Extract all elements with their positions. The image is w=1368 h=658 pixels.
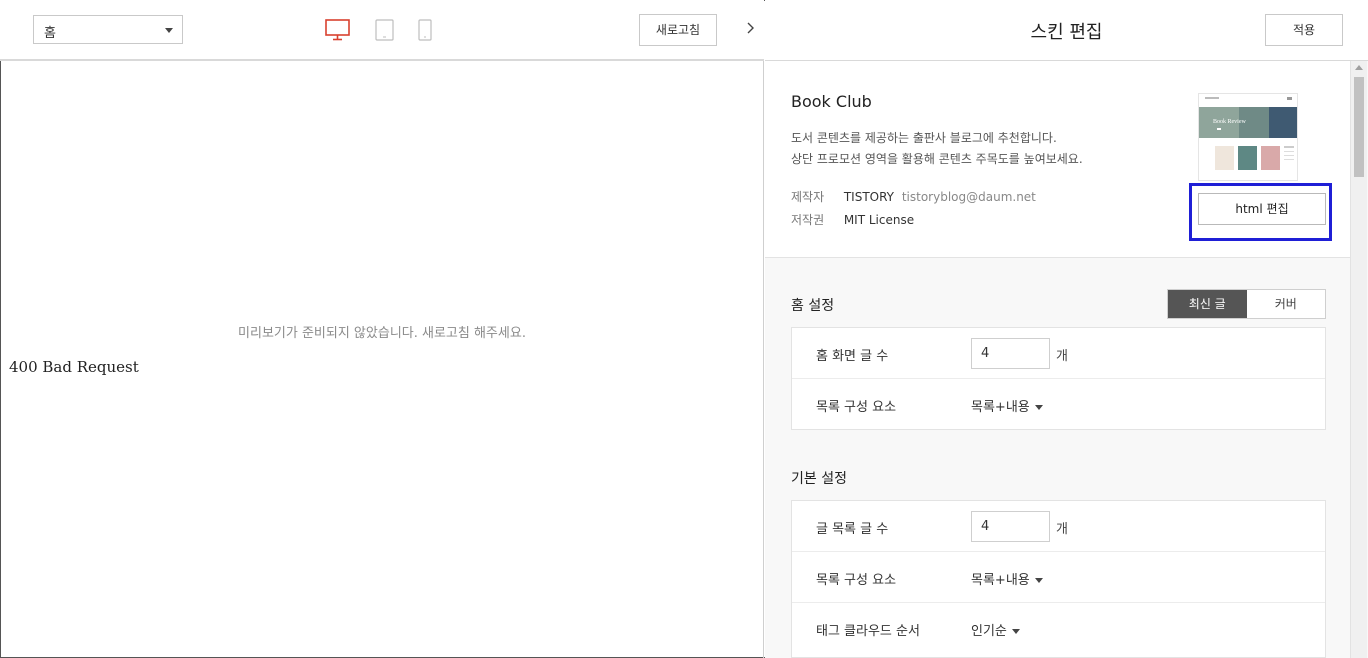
home-list-elements-label: 목록 구성 요소: [816, 400, 897, 415]
home-list-elements-select[interactable]: 목록+내용: [971, 396, 1043, 415]
list-post-count-label: 글 목록 글 수: [816, 522, 889, 537]
home-type-tabs: 최신 글 커버: [1167, 289, 1326, 319]
home-post-count-label: 홈 화면 글 수: [816, 349, 889, 364]
caret-down-icon: [1034, 405, 1043, 410]
preview-pane: 홈 새로고침 미리보기가 준비되지 않았습니다. 새로고침 해주세요. 400 …: [0, 0, 764, 658]
caret-down-icon: [1034, 578, 1043, 583]
tag-cloud-order-row: 태그 클라우드 순서 인기순: [792, 603, 1325, 654]
skin-info-card: Book Club 도서 콘텐츠를 제공하는 출판사 블로그에 추천합니다. 상…: [765, 61, 1350, 258]
author-value: TISTORY: [843, 190, 894, 204]
home-post-count-row: 홈 화면 글 수 4 개: [792, 328, 1325, 379]
home-list-elements-value: 목록+내용: [971, 400, 1030, 415]
tab-cover[interactable]: 커버: [1246, 290, 1325, 318]
scroll-up-arrow-icon[interactable]: [1355, 65, 1363, 70]
skin-description-line: 상단 프로모션 영역을 활용해 콘텐츠 주목도를 높여보세요.: [791, 152, 1083, 166]
basic-settings-panel: 글 목록 글 수 4 개 목록 구성 요소 목록+내용 태그 클라우드 순서 인…: [791, 500, 1326, 658]
tablet-icon[interactable]: [375, 19, 394, 45]
mobile-icon[interactable]: [418, 19, 432, 45]
author-row: 제작자 TISTORY tistoryblog@daum.net: [791, 188, 1036, 205]
home-settings-title: 홈 설정: [791, 298, 835, 314]
skin-name: Book Club: [791, 92, 872, 111]
page-select[interactable]: 홈: [33, 15, 183, 44]
skin-description-line: 도서 콘텐츠를 제공하는 출판사 블로그에 추천합니다.: [791, 131, 1057, 145]
tag-cloud-order-label: 태그 클라우드 순서: [816, 624, 920, 639]
license-row: 저작권 MIT License: [791, 211, 914, 228]
apply-button[interactable]: 적용: [1265, 14, 1343, 46]
error-text: 400 Bad Request: [9, 358, 139, 376]
skin-edit-pane: 스킨 편집 적용 Book Club 도서 콘텐츠를 제공하는 출판사 블로그에…: [765, 0, 1368, 658]
list-post-count-unit: 개: [1056, 522, 1068, 537]
thumbnail-banner-text: Book Review: [1213, 119, 1246, 125]
author-email: tistoryblog@daum.net: [901, 190, 1036, 204]
author-label: 제작자: [791, 190, 825, 204]
basic-settings-title: 기본 설정: [791, 471, 847, 487]
page-select-value: 홈: [44, 26, 56, 41]
refresh-button[interactable]: 새로고침: [639, 14, 717, 46]
home-settings-panel: 홈 화면 글 수 4 개 목록 구성 요소 목록+내용: [791, 327, 1326, 430]
desktop-icon[interactable]: [325, 19, 350, 45]
list-post-count-row: 글 목록 글 수 4 개: [792, 501, 1325, 552]
basic-list-elements-select[interactable]: 목록+내용: [971, 569, 1043, 588]
skin-thumbnail: Book Review: [1198, 93, 1298, 181]
skin-description: 도서 콘텐츠를 제공하는 출판사 블로그에 추천합니다. 상단 프로모션 영역을…: [791, 128, 1083, 170]
scrollbar-thumb[interactable]: [1354, 77, 1364, 177]
home-post-count-unit: 개: [1056, 349, 1068, 364]
html-edit-button[interactable]: html 편집: [1198, 193, 1326, 225]
caret-down-icon: [1011, 629, 1020, 634]
license-label: 저작권: [791, 213, 825, 227]
tag-cloud-order-value: 인기순: [971, 624, 1007, 639]
basic-list-elements-row: 목록 구성 요소 목록+내용: [792, 552, 1325, 603]
tag-cloud-order-select[interactable]: 인기순: [971, 620, 1020, 639]
preview-toolbar: 홈 새로고침: [0, 0, 764, 61]
chevron-down-icon: [165, 28, 173, 33]
license-value: MIT License: [843, 213, 915, 227]
skin-edit-header: 스킨 편집 적용: [765, 0, 1368, 61]
home-list-elements-row: 목록 구성 요소 목록+내용: [792, 379, 1325, 430]
vertical-scrollbar[interactable]: [1350, 61, 1367, 658]
basic-list-elements-value: 목록+내용: [971, 573, 1030, 588]
list-post-count-input[interactable]: 4: [971, 511, 1050, 542]
home-post-count-input[interactable]: 4: [971, 338, 1050, 369]
chevron-right-icon[interactable]: [740, 14, 762, 46]
basic-list-elements-label: 목록 구성 요소: [816, 573, 897, 588]
preview-message: 미리보기가 준비되지 않았습니다. 새로고침 해주세요.: [238, 326, 526, 341]
tab-latest-posts[interactable]: 최신 글: [1168, 290, 1247, 318]
